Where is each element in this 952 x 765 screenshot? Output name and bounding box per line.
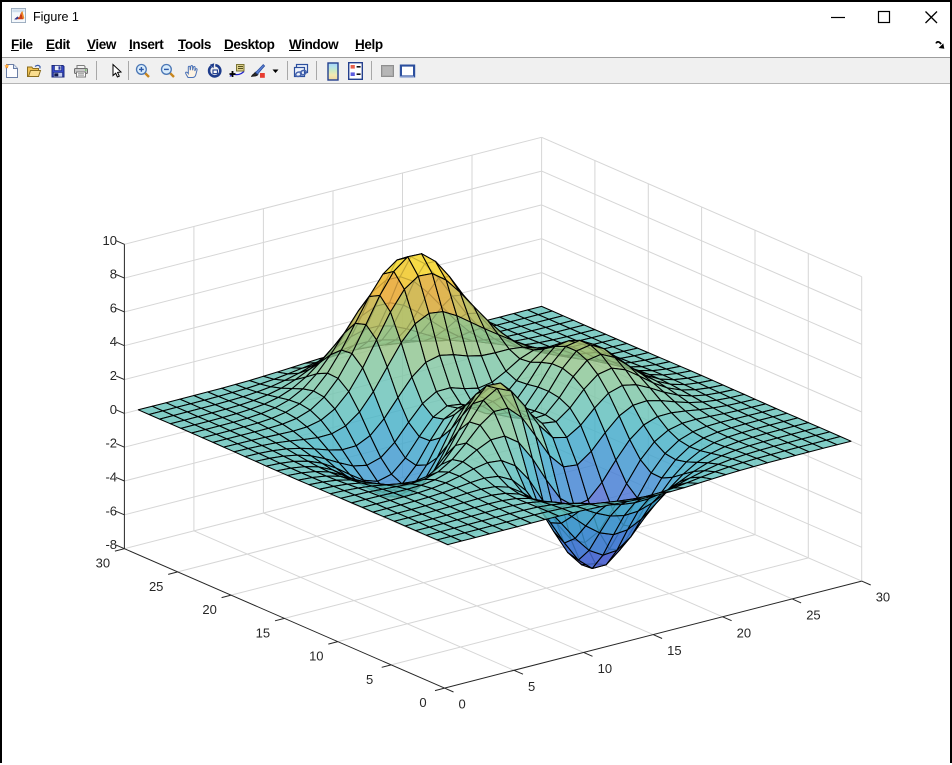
svg-text:10: 10 — [309, 649, 323, 664]
svg-text:-6: -6 — [105, 503, 117, 518]
svg-text:6: 6 — [110, 300, 117, 315]
svg-text:10: 10 — [598, 661, 612, 676]
svg-text:15: 15 — [256, 625, 270, 640]
svg-text:8: 8 — [110, 267, 117, 282]
svg-text:30: 30 — [96, 556, 110, 571]
svg-text:5: 5 — [528, 679, 535, 694]
svg-text:25: 25 — [806, 607, 820, 622]
svg-text:20: 20 — [737, 625, 751, 640]
svg-text:0: 0 — [110, 402, 117, 417]
svg-text:10: 10 — [103, 233, 117, 248]
svg-text:30: 30 — [876, 590, 890, 605]
svg-text:-2: -2 — [105, 436, 117, 451]
svg-text:4: 4 — [110, 334, 117, 349]
svg-text:15: 15 — [667, 643, 681, 658]
svg-text:5: 5 — [366, 672, 373, 687]
svg-text:0: 0 — [419, 695, 426, 710]
svg-text:-8: -8 — [105, 537, 117, 552]
svg-text:25: 25 — [149, 579, 163, 594]
svg-text:20: 20 — [202, 602, 216, 617]
svg-text:-4: -4 — [105, 470, 117, 485]
svg-text:0: 0 — [459, 697, 466, 712]
svg-text:2: 2 — [110, 368, 117, 383]
